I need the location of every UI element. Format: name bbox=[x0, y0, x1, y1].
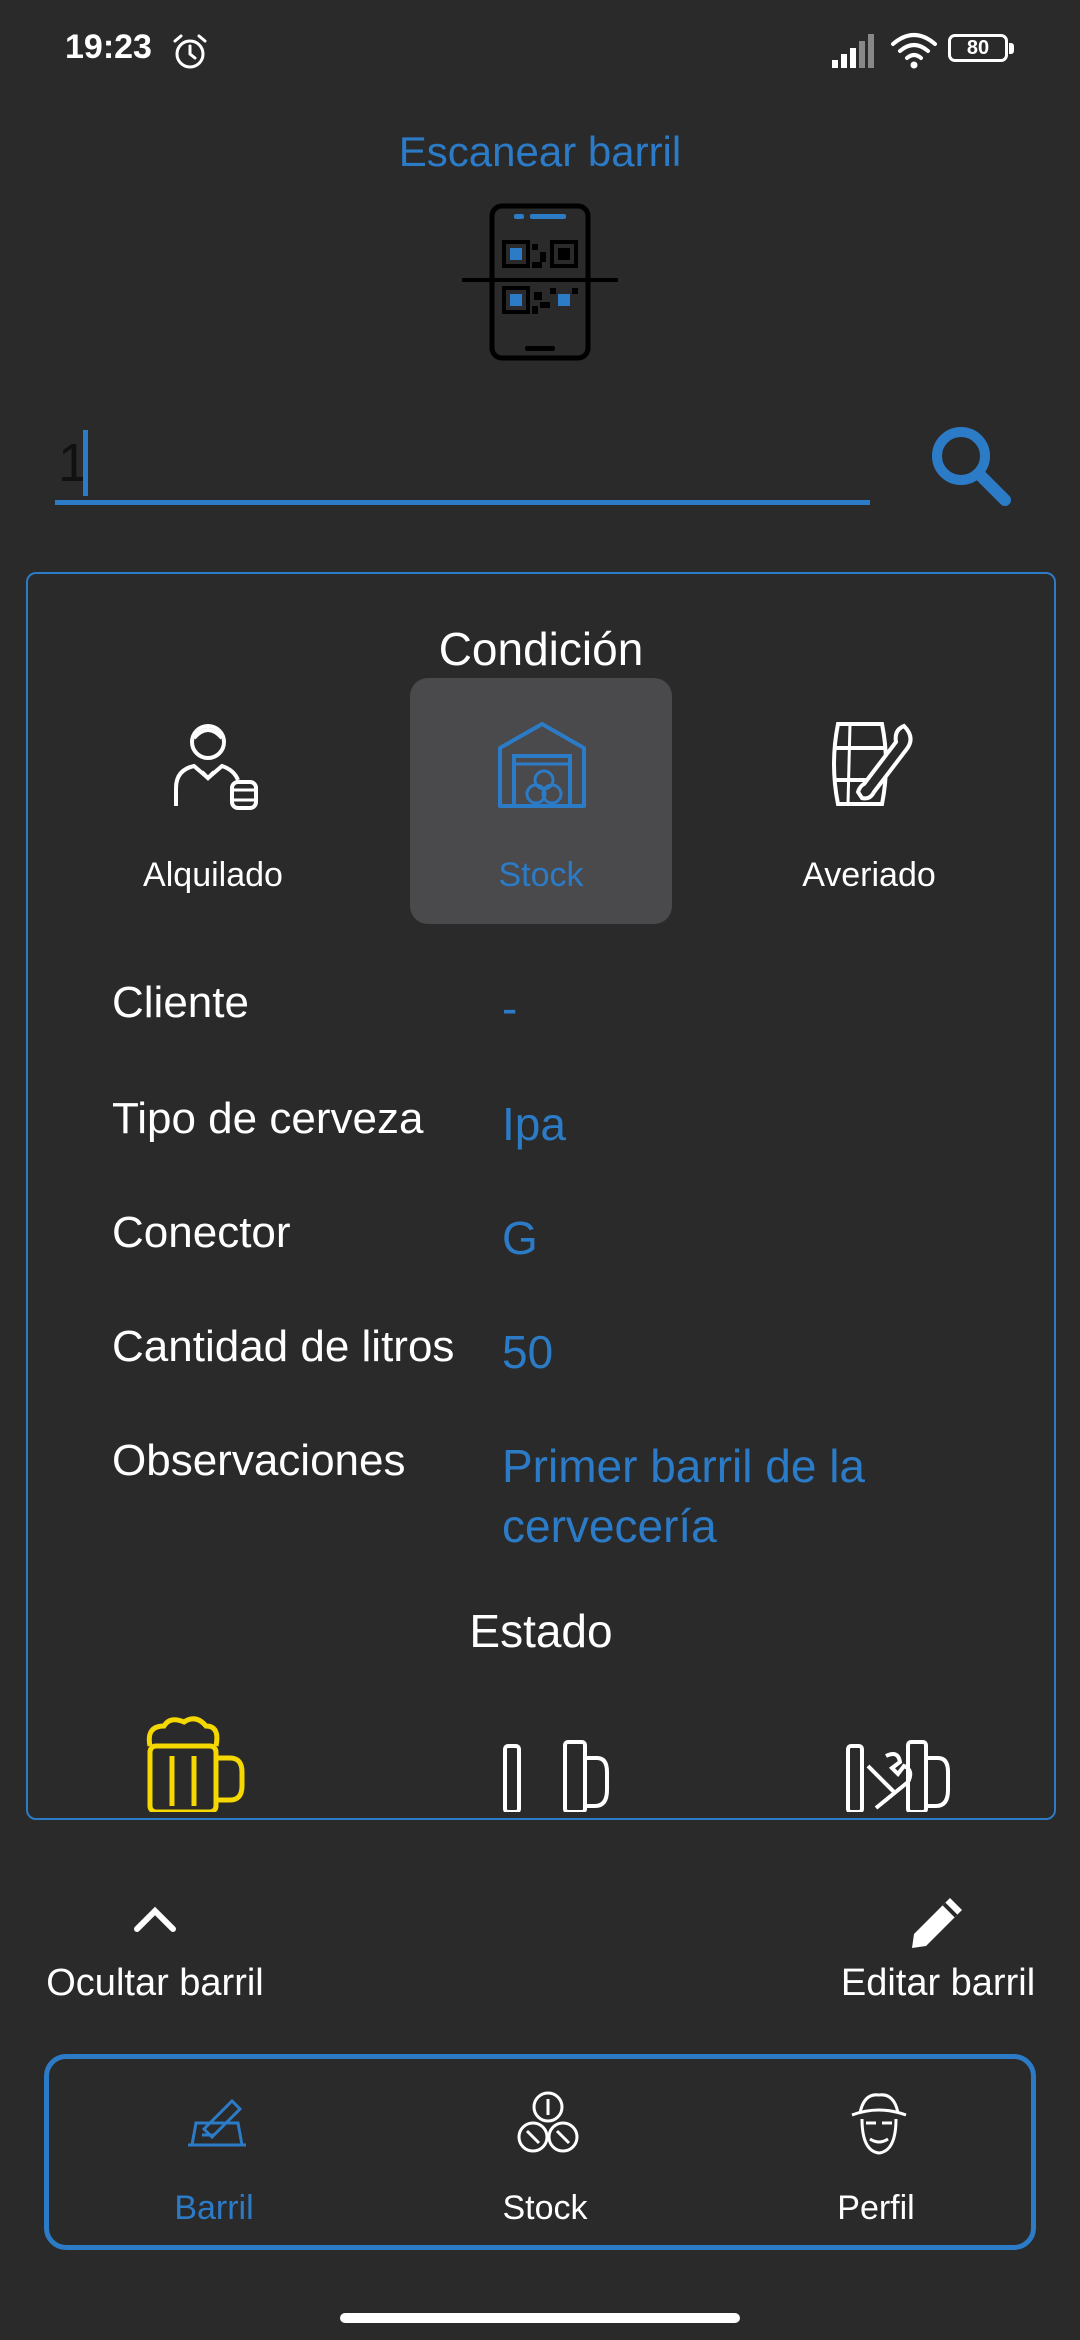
client-label: Cliente bbox=[112, 978, 249, 1027]
condition-broken-label: Averiado bbox=[802, 856, 936, 894]
notes-value: Primer barril de la cervecería bbox=[502, 1440, 865, 1552]
barrel-search-input[interactable] bbox=[55, 425, 870, 505]
signal-icon bbox=[832, 34, 874, 68]
liters-value: 50 bbox=[502, 1326, 554, 1378]
notes-label: Observaciones bbox=[112, 1436, 406, 1485]
beer-mug-full-icon[interactable] bbox=[140, 1716, 248, 1812]
qr-scan-icon[interactable] bbox=[460, 202, 620, 362]
nav-item-stock[interactable]: Stock bbox=[380, 2059, 710, 2245]
barrel-nav-icon bbox=[188, 2098, 246, 2147]
nav-item-barrel[interactable]: Barril bbox=[49, 2059, 379, 2245]
connector-label: Conector bbox=[112, 1208, 291, 1257]
condition-title: Condición bbox=[438, 623, 644, 675]
search-icon[interactable] bbox=[925, 420, 1015, 510]
client-value: - bbox=[502, 982, 518, 1034]
edit-barrel-button[interactable]: Editar barril bbox=[818, 1962, 1058, 2005]
status-time: 19:23 bbox=[65, 28, 152, 66]
estado-title: Estado bbox=[469, 1605, 613, 1657]
barrel-detail-card: Condición Alquilado Stock Averiado Clien… bbox=[26, 572, 1056, 1820]
waiter-icon bbox=[174, 724, 258, 810]
text-caret bbox=[83, 430, 88, 496]
alarm-icon bbox=[173, 34, 207, 69]
wifi-icon bbox=[891, 33, 937, 69]
condition-rented-label: Alquilado bbox=[143, 856, 283, 894]
warehouse-icon bbox=[498, 722, 586, 808]
profile-hat-icon bbox=[851, 2093, 907, 2155]
beer-type-label: Tipo de cerveza bbox=[112, 1094, 424, 1143]
condition-stock-label: Stock bbox=[498, 856, 584, 894]
beer-mug-repair-icon[interactable] bbox=[846, 1716, 954, 1812]
connector-value: G bbox=[502, 1212, 538, 1264]
nav-item-profile[interactable]: Perfil bbox=[711, 2059, 1041, 2245]
beer-mug-empty-icon[interactable] bbox=[503, 1716, 623, 1812]
coins-stack-icon bbox=[517, 2091, 579, 2153]
nav-label-stock: Stock bbox=[502, 2189, 588, 2227]
battery-icon: 80 bbox=[948, 34, 1018, 64]
nav-label-barrel: Barril bbox=[174, 2189, 254, 2227]
battery-level: 80 bbox=[966, 37, 990, 59]
home-indicator[interactable] bbox=[340, 2313, 740, 2323]
pencil-icon[interactable] bbox=[906, 1890, 970, 1954]
bottom-navigation: Barril Stock Perfil bbox=[44, 2054, 1036, 2250]
nav-label-profile: Perfil bbox=[837, 2189, 915, 2227]
condition-stock-option[interactable]: Stock bbox=[410, 678, 672, 924]
condition-rented-option[interactable]: Alquilado bbox=[82, 678, 344, 924]
chevron-up-icon[interactable] bbox=[133, 1905, 177, 1935]
scan-barrel-title[interactable]: Escanear barril bbox=[0, 128, 1080, 176]
liters-label: Cantidad de litros bbox=[112, 1322, 455, 1371]
condition-broken-option[interactable]: Averiado bbox=[738, 678, 1000, 924]
hide-barrel-button[interactable]: Ocultar barril bbox=[20, 1962, 290, 2005]
beer-type-value: Ipa bbox=[502, 1098, 566, 1150]
barrel-wrench-icon bbox=[832, 722, 913, 806]
